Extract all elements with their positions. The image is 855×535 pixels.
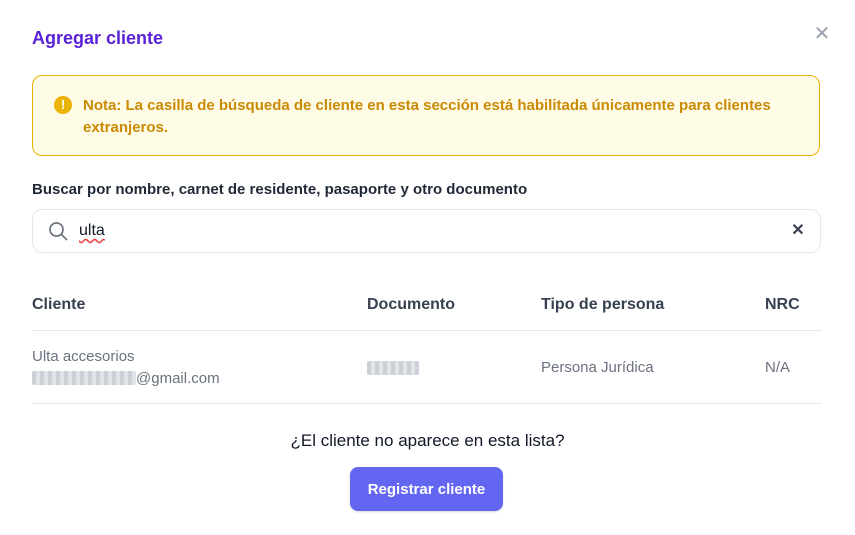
header-divider <box>32 330 822 331</box>
client-name: Ulta accesorios <box>32 348 135 365</box>
table-row[interactable]: Ulta accesorios @gmail.com Persona Juríd… <box>32 332 822 403</box>
client-email-suffix: @gmail.com <box>136 370 220 387</box>
client-person-type: Persona Jurídica <box>541 359 654 376</box>
close-icon[interactable]: ✕ <box>812 24 832 44</box>
warning-circle-icon: ! <box>54 96 72 114</box>
note-alert: ! Nota: La casilla de búsqueda de client… <box>32 75 820 156</box>
column-header-person-type: Tipo de persona <box>541 296 665 313</box>
not-in-list-question: ¿El cliente no aparece en esta lista? <box>290 431 565 450</box>
search-field[interactable]: ulta ✕ <box>32 209 821 253</box>
redacted-document <box>367 361 419 375</box>
redacted-email <box>32 371 136 385</box>
client-document <box>367 360 419 377</box>
note-text: Nota: La casilla de búsqueda de cliente … <box>83 97 771 136</box>
search-label: Buscar por nombre, carnet de residente, … <box>32 181 528 198</box>
register-client-button[interactable]: Registrar cliente <box>350 467 503 511</box>
search-input[interactable]: ulta <box>79 222 105 240</box>
add-client-dialog: Agregar cliente ✕ ! Nota: La casilla de … <box>0 0 855 535</box>
column-header-document: Documento <box>367 296 455 313</box>
clear-icon[interactable]: ✕ <box>789 220 807 242</box>
dialog-title: Agregar cliente <box>32 28 164 48</box>
client-nrc: N/A <box>765 359 791 376</box>
column-header-nrc: NRC <box>765 296 800 313</box>
row-divider <box>32 403 822 404</box>
search-icon <box>49 222 68 241</box>
column-header-client: Cliente <box>32 296 86 313</box>
client-email: @gmail.com <box>32 370 220 387</box>
